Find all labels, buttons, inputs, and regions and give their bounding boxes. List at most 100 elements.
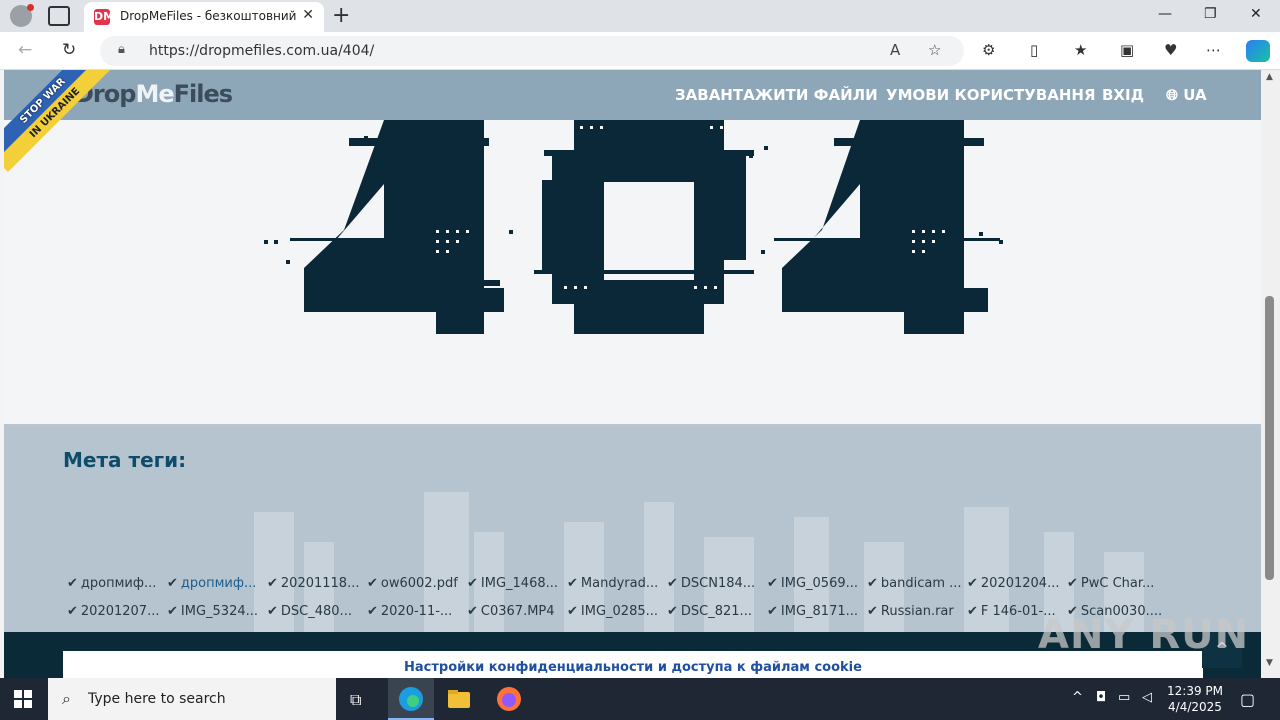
check-icon: ✔ (1067, 576, 1078, 591)
meta-tag-item[interactable]: ✔ bandicam ... (867, 576, 967, 591)
firefox-icon[interactable] (496, 686, 522, 712)
read-aloud-icon[interactable]: A (890, 41, 900, 59)
browser-essentials-icon[interactable]: ♥ (1164, 41, 1177, 59)
check-icon: ✔ (367, 576, 378, 591)
meta-tag-item[interactable]: ✔ дропмиф... (167, 576, 267, 591)
tray-overflow-chevron-icon[interactable]: ^ (1072, 690, 1083, 705)
meta-tag-item[interactable]: ✔ IMG_8171... (767, 604, 867, 619)
site-logo[interactable]: DropMeFiles (74, 80, 233, 108)
meta-tag-label: 20201204... (980, 576, 1060, 591)
scroll-down-arrow-icon[interactable]: ▼ (1266, 658, 1273, 668)
check-icon: ✔ (267, 604, 278, 619)
meta-tag-item[interactable]: ✔ Mandyrad... (567, 576, 667, 591)
meta-tag-item[interactable]: ✔ ow6002.pdf (367, 576, 467, 591)
meta-tag-label: дропмиф... (180, 576, 257, 591)
meta-tag-label: ow6002.pdf (380, 576, 458, 591)
page-scrollbar[interactable]: ▲ ▼ (1261, 70, 1280, 678)
meta-tag-label: Mandyrad... (580, 576, 659, 591)
profile-icon[interactable] (10, 4, 34, 27)
meta-tag-label: IMG_0569... (780, 576, 859, 591)
meta-tag-item[interactable]: ✔ Russian.rar (867, 604, 967, 619)
check-icon: ✔ (967, 604, 978, 619)
error-404-illustration (264, 120, 1003, 334)
taskbar-search-placeholder: Type here to search (88, 691, 226, 707)
meta-tag-item[interactable]: ✔ 20201118... (267, 576, 367, 591)
scrollbar-thumb[interactable] (1265, 296, 1274, 580)
notifications-icon[interactable]: ▢ (1240, 690, 1255, 709)
task-view-icon[interactable]: ⧉ (350, 690, 361, 710)
check-icon: ✔ (467, 604, 478, 619)
check-icon: ✔ (767, 576, 778, 591)
maximize-button[interactable]: ❐ (1204, 6, 1217, 22)
back-arrow-icon[interactable]: ← (18, 40, 32, 60)
search-icon: ⌕ (62, 689, 71, 708)
url-text[interactable]: https://dropmefiles.com.ua/404/ (149, 43, 374, 59)
meta-tag-label: IMG_0285... (580, 604, 659, 619)
check-icon: ✔ (867, 576, 878, 591)
meta-tag-label: bandicam ... (880, 576, 962, 591)
browser-toolbar: ← ↻ 🔒︎ https://dropmefiles.com.ua/404/ A… (0, 32, 1280, 70)
new-tab-button[interactable]: + (332, 3, 350, 28)
more-menu-icon[interactable]: ⋯ (1206, 41, 1221, 59)
meta-tag-label: DSC_821... (680, 604, 752, 619)
nav-login[interactable]: ВХІД (1102, 86, 1144, 104)
refresh-icon[interactable]: ↻ (62, 40, 76, 60)
tray-device-icon[interactable]: ◘ (1096, 690, 1106, 705)
nav-upload-files[interactable]: ЗАВАНТАЖИТИ ФАЙЛИ (675, 86, 878, 104)
meta-tag-item[interactable]: ✔ IMG_0569... (767, 576, 867, 591)
meta-tag-item[interactable]: ✔ 20201207... (67, 604, 167, 619)
taskbar-search-box[interactable]: ⌕ Type here to search (48, 678, 336, 720)
meta-tags-title: Мета теги: (63, 448, 187, 472)
tab-title: DropMeFiles - безкоштовний і u (120, 9, 296, 23)
favorites-icon[interactable]: ★ (1074, 41, 1087, 59)
meta-tag-label: PwC Char... (1080, 576, 1155, 591)
copilot-icon[interactable] (1246, 40, 1270, 62)
check-icon: ✔ (67, 576, 78, 591)
collections-icon[interactable]: ▣ (1120, 41, 1134, 59)
meta-tag-item[interactable]: ✔ DSC_821... (667, 604, 767, 619)
meta-tag-label: 2020-11-... (380, 604, 453, 619)
meta-tag-item[interactable]: ✔ IMG_1468... (467, 576, 567, 591)
nav-terms-of-use[interactable]: УМОВИ КОРИСТУВАННЯ (886, 86, 1096, 104)
meta-tag-item[interactable]: ✔ PwC Char... (1067, 576, 1167, 591)
tab-actions-icon[interactable] (48, 6, 70, 26)
minimize-button[interactable]: — (1158, 6, 1172, 22)
network-icon[interactable]: ▭ (1118, 690, 1130, 705)
meta-tag-label: 20201118... (280, 576, 360, 591)
check-icon: ✔ (367, 604, 378, 619)
nav-language[interactable]: 🌐︎ UA (1166, 86, 1207, 104)
taskbar-clock[interactable]: 12:39 PM 4/4/2025 (1166, 683, 1224, 715)
meta-tag-label: IMG_5324... (180, 604, 259, 619)
windows-start-icon[interactable] (14, 690, 32, 708)
address-bar[interactable]: 🔒︎ https://dropmefiles.com.ua/404/ A ☆ (100, 36, 964, 66)
check-icon: ✔ (167, 576, 178, 591)
meta-tag-item[interactable]: ✔ 20201204... (967, 576, 1067, 591)
browser-tab[interactable]: DM DropMeFiles - безкоштовний і u ✕ (84, 2, 324, 32)
volume-icon[interactable]: ◁ (1142, 690, 1152, 705)
lock-icon[interactable]: 🔒︎ (118, 42, 125, 57)
favorite-star-icon[interactable]: ☆ (928, 41, 941, 59)
tab-close-icon[interactable]: ✕ (302, 7, 314, 23)
page-viewport: DropMeFiles STOP WAR IN UKRAINE ЗАВАНТАЖ… (4, 70, 1261, 678)
cookie-settings-link[interactable]: Настройки конфиденциальности и доступа к… (404, 660, 862, 675)
site-header: DropMeFiles STOP WAR IN UKRAINE ЗАВАНТАЖ… (4, 70, 1261, 173)
meta-tag-item[interactable]: ✔ 2020-11-... (367, 604, 467, 619)
meta-tag-item[interactable]: ✔ DSCN184... (667, 576, 767, 591)
glitch-bar (774, 238, 1000, 241)
window-close-button[interactable]: ✕ (1250, 6, 1262, 22)
meta-tag-item[interactable]: ✔ C0367.MP4 (467, 604, 567, 619)
meta-tag-item[interactable]: ✔ DSC_480... (267, 604, 367, 619)
meta-tag-item[interactable]: ✔ IMG_0285... (567, 604, 667, 619)
extensions-icon[interactable]: ⚙ (982, 41, 995, 59)
split-screen-icon[interactable]: ▯ (1030, 41, 1038, 59)
anyrun-watermark: ANY RUN (1038, 612, 1250, 658)
check-icon: ✔ (467, 576, 478, 591)
check-icon: ✔ (667, 604, 678, 619)
edge-browser-icon[interactable] (398, 686, 424, 712)
meta-tag-item[interactable]: ✔ дропмиф... (67, 576, 167, 591)
meta-tag-item[interactable]: ✔ IMG_5324... (167, 604, 267, 619)
scroll-up-arrow-icon[interactable]: ▲ (1266, 72, 1273, 82)
file-explorer-icon[interactable] (446, 686, 472, 712)
nav-language-label: UA (1183, 86, 1207, 104)
check-icon: ✔ (267, 576, 278, 591)
